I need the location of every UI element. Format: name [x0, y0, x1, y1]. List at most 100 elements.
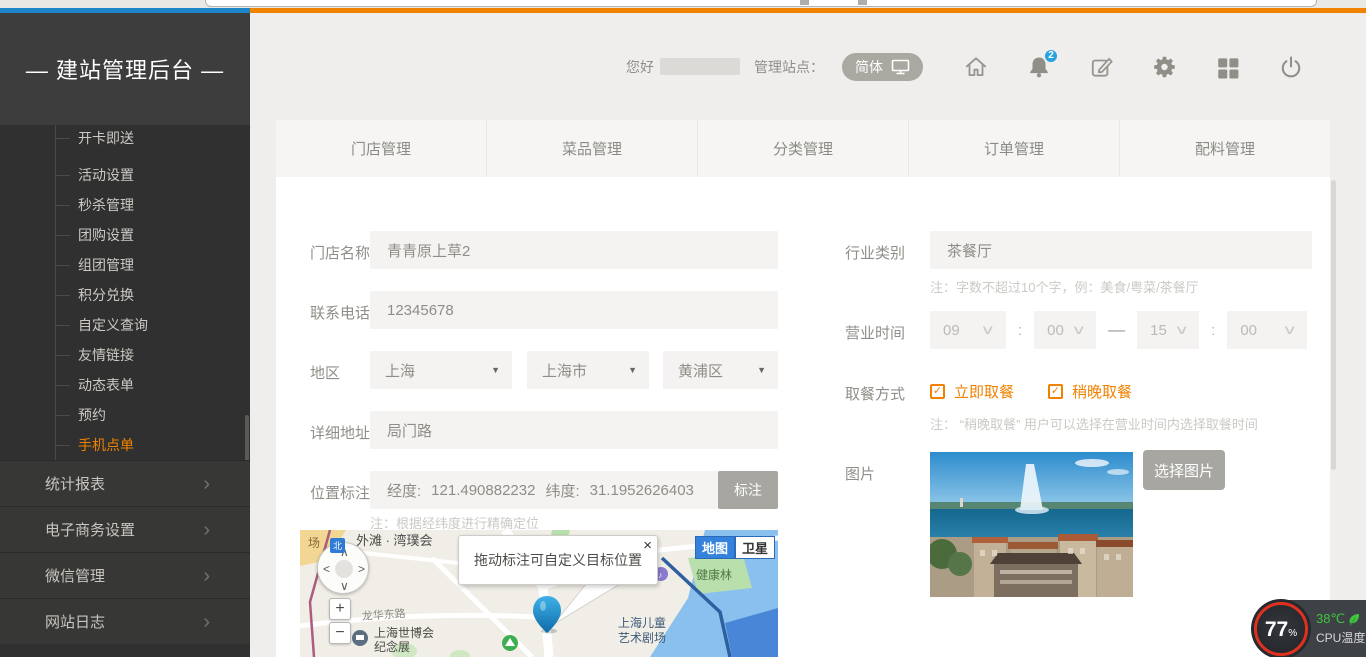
district-select[interactable]: 黄浦区 ▼	[663, 351, 778, 389]
sidebar-item-open-card-gift[interactable]: 开卡即送	[0, 125, 250, 151]
annotate-button[interactable]: 标注	[718, 471, 778, 509]
store-name-label: 门店名称	[310, 242, 370, 263]
map-zoom-in-button[interactable]: +	[329, 598, 351, 620]
grid-icon	[1215, 54, 1241, 80]
select-image-button[interactable]: 选择图片	[1143, 450, 1225, 490]
settings-button[interactable]	[1152, 54, 1178, 80]
language-pill[interactable]: 简体	[842, 53, 923, 81]
address-input[interactable]	[370, 411, 778, 449]
city-value: 上海市	[542, 360, 587, 381]
latitude-label: 纬度:	[545, 480, 579, 501]
close-hour-select[interactable]: 15 ∨	[1137, 311, 1199, 349]
north-badge[interactable]: 北	[330, 538, 345, 553]
province-select[interactable]: 上海 ▼	[370, 351, 512, 389]
close-minute-value: 00	[1240, 322, 1257, 339]
industry-input[interactable]	[930, 231, 1312, 269]
tab-dish-management[interactable]: 菜品管理	[487, 120, 698, 177]
home-button[interactable]	[963, 54, 989, 80]
city-select[interactable]: 上海市 ▼	[527, 351, 649, 389]
sidebar-item-reservation[interactable]: 预约	[0, 402, 250, 428]
image-label: 图片	[845, 463, 875, 484]
map-label-expo1: 上海世博会	[374, 625, 434, 640]
sidebar-section-site-log[interactable]: 网站日志 ›	[0, 598, 250, 644]
map-view-button[interactable]: 地图	[695, 536, 735, 559]
edit-button[interactable]	[1089, 54, 1115, 80]
pickup-later-option[interactable]: ✓ 稍晚取餐	[1048, 381, 1132, 402]
sidebar-item-points-exchange[interactable]: 积分兑换	[0, 282, 250, 308]
sidebar-item-label: 积分兑换	[78, 285, 134, 305]
pan-right-icon[interactable]: >	[358, 563, 365, 575]
pickup-note: 注： “稍晚取餐” 用户可以选择在营业时间内选择取餐时间	[930, 414, 1258, 433]
region-label: 地区	[310, 362, 340, 383]
sidebar-item-label: 秒杀管理	[78, 195, 134, 215]
longitude-value: 121.490882232	[431, 482, 535, 499]
store-photo	[930, 452, 1133, 597]
caret-down-icon: ∨	[1174, 322, 1189, 338]
logout-button[interactable]	[1278, 54, 1304, 80]
section-label: 微信管理	[45, 565, 203, 586]
cpu-temp-label: CPU温度	[1316, 629, 1365, 646]
notification-badge: 2	[1043, 48, 1059, 64]
map-label-park: 健康林	[696, 567, 732, 582]
sidebar-section-statistics[interactable]: 统计报表 ›	[0, 460, 250, 506]
satellite-view-button[interactable]: 卫星	[735, 536, 775, 559]
tab-ingredient-management[interactable]: 配料管理	[1120, 120, 1330, 177]
map-layer-switch: 地图 卫星	[695, 536, 775, 559]
location-label: 位置标注	[310, 482, 370, 503]
section-label: 网站日志	[45, 611, 203, 632]
cpu-monitor-widget[interactable]: 77 % 38℃ CPU温度	[1253, 600, 1366, 657]
open-minute-select[interactable]: 00 ∨	[1034, 311, 1096, 349]
sidebar-section-wechat[interactable]: 微信管理 ›	[0, 552, 250, 598]
caret-down-icon: ∨	[1282, 322, 1297, 338]
content-scrollbar[interactable]	[1331, 180, 1336, 470]
phone-input[interactable]	[370, 291, 778, 329]
map-zoom-out-button[interactable]: −	[329, 622, 351, 644]
checkbox-checked-icon[interactable]: ✓	[1048, 384, 1063, 399]
sidebar-item-mobile-ordering[interactable]: 手机点单	[0, 432, 250, 458]
pickup-now-label: 立即取餐	[954, 381, 1014, 402]
language-label: 简体	[855, 57, 883, 77]
tab-order-management[interactable]: 订单管理	[909, 120, 1120, 177]
sidebar-item-activity-settings[interactable]: 活动设置	[0, 162, 250, 188]
sidebar-item-dynamic-forms[interactable]: 动态表单	[0, 372, 250, 398]
cpu-percent-value: 77	[1265, 605, 1288, 655]
pickup-now-option[interactable]: ✓ 立即取餐	[930, 381, 1014, 402]
tab-category-management[interactable]: 分类管理	[698, 120, 909, 177]
caret-down-icon: ∨	[1071, 322, 1086, 338]
map-label-chang: 场	[308, 536, 320, 550]
close-minute-select[interactable]: 00 ∨	[1227, 311, 1307, 349]
notifications-button[interactable]: 2	[1026, 54, 1052, 80]
topbar: 您好 管理站点： 简体 2	[250, 13, 1366, 120]
content-panel: 门店管理 菜品管理 分类管理 订单管理 配料管理 门店名称 联系电话 地区 上海…	[276, 120, 1330, 657]
sidebar-item-flashsale[interactable]: 秒杀管理	[0, 192, 250, 218]
location-map[interactable]: ♪ 场 外滩 · 湾璞会 健康林 龙华东路 上海世博会 纪念展 上海儿童 艺术剧…	[300, 530, 778, 657]
close-icon[interactable]: ×	[643, 537, 652, 555]
sidebar-item-groupbuy-settings[interactable]: 团购设置	[0, 222, 250, 248]
sidebar-section-ecommerce[interactable]: 电子商务设置 ›	[0, 506, 250, 552]
tab-store-management[interactable]: 门店管理	[276, 120, 487, 177]
coordinates-box[interactable]: 经度: 121.490882232 纬度: 31.1952626403	[370, 471, 718, 509]
pickup-later-label: 稍晚取餐	[1072, 381, 1132, 402]
pan-down-icon[interactable]: ∨	[340, 580, 349, 592]
phone-label: 联系电话	[310, 302, 370, 323]
cpu-usage-gauge: 77 %	[1254, 602, 1308, 656]
sidebar-item-label: 活动设置	[78, 165, 134, 185]
checkbox-checked-icon[interactable]: ✓	[930, 384, 945, 399]
store-name-input[interactable]	[370, 231, 778, 269]
store-photo-image	[930, 452, 1133, 597]
sidebar-item-custom-query[interactable]: 自定义查询	[0, 312, 250, 338]
browser-chrome-strip	[0, 0, 1366, 8]
browser-address-bar[interactable]	[205, 0, 1317, 7]
pan-center-knob[interactable]	[335, 560, 353, 578]
power-icon	[1278, 54, 1304, 80]
sidebar-item-group-management[interactable]: 组团管理	[0, 252, 250, 278]
colon-separator: :	[1018, 322, 1022, 339]
sidebar-item-friend-links[interactable]: 友情链接	[0, 342, 250, 368]
open-hour-select[interactable]: 09 ∨	[930, 311, 1006, 349]
apps-button[interactable]	[1215, 54, 1241, 80]
map-tooltip-text: 拖动标注可自定义目标位置	[474, 550, 642, 570]
pan-left-icon[interactable]: <	[323, 563, 330, 575]
tab-bar: 门店管理 菜品管理 分类管理 订单管理 配料管理	[276, 120, 1330, 177]
industry-label: 行业类别	[845, 242, 905, 263]
home-icon	[963, 54, 989, 80]
